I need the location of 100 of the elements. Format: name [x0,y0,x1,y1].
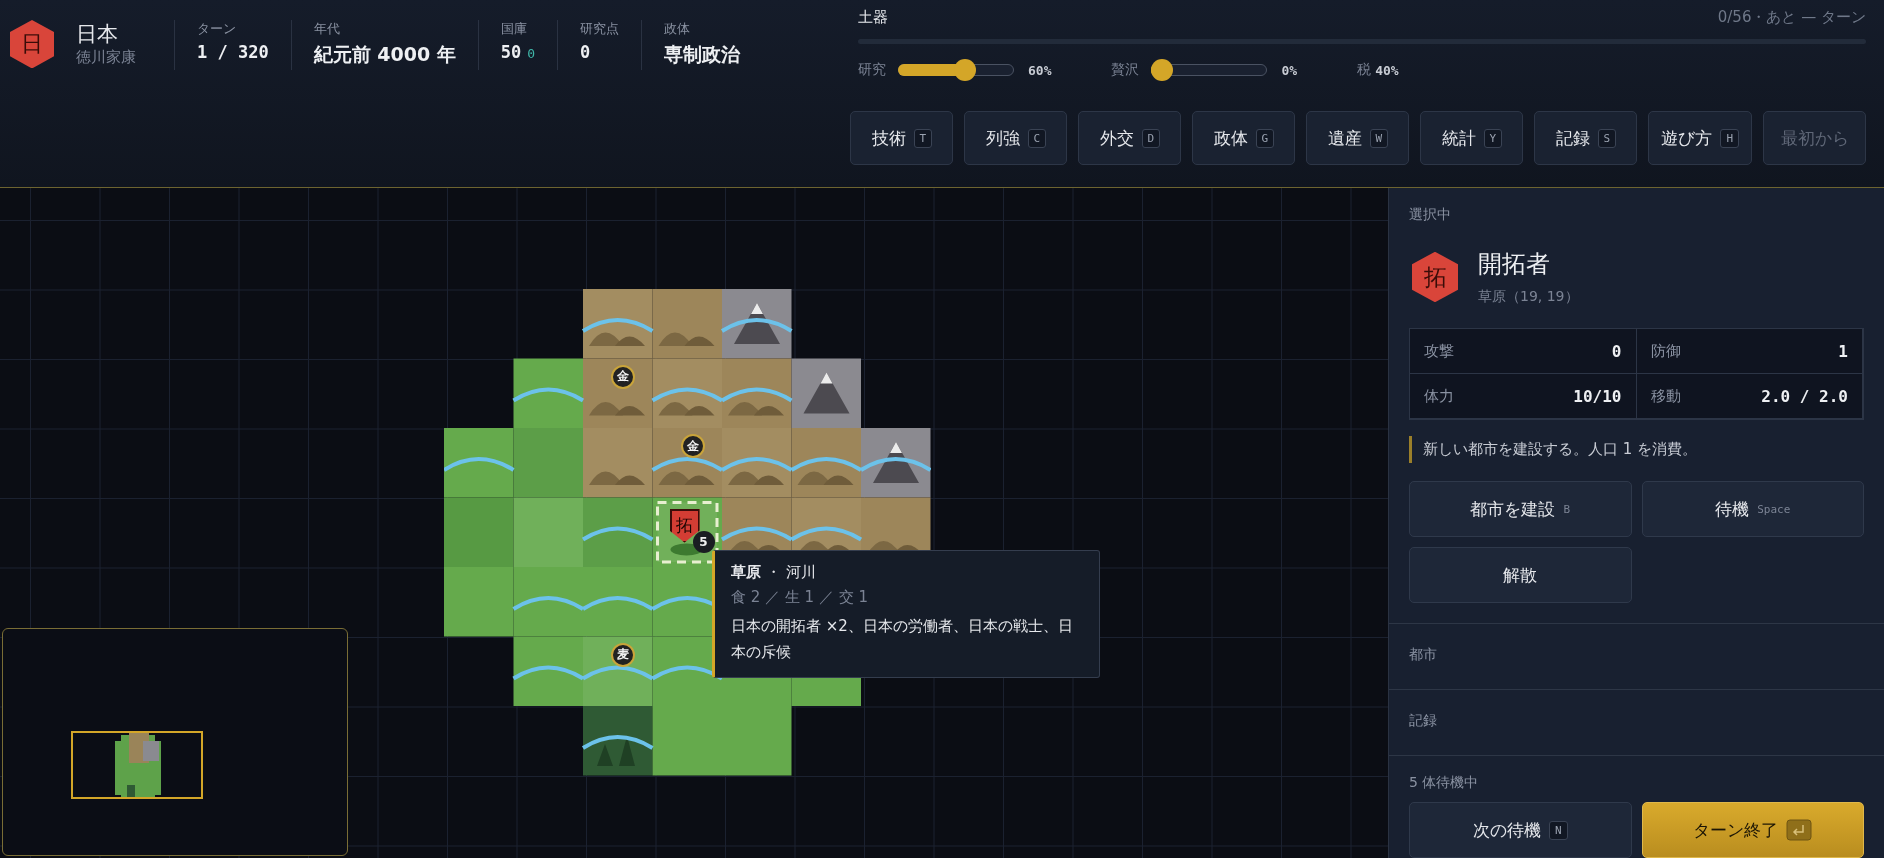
river-line [790,457,862,472]
shortcut-key: T [913,128,933,148]
mountain-tile [861,428,931,498]
slider-thumb[interactable] [954,59,977,81]
stat-value: 2.0 / 2.0 [1761,386,1848,406]
action-button[interactable]: 都市を建設 B [1409,481,1632,537]
grassland-tile [513,358,583,428]
menu-button[interactable]: 政体 G [1192,111,1296,165]
slider-label: 研究 [858,61,886,79]
shortcut-key: N [1548,820,1568,840]
stat-value: 1 / 320 [197,42,269,62]
river-line [444,457,515,472]
stat-label: 国庫 [500,20,528,38]
tooltip-yields: 食 2 ／ 生 1 ／ 交 1 [731,588,869,607]
river-line [860,457,931,472]
unit-description: 新しい都市を建設する。人口 1 を消費。 [1409,436,1864,463]
mountain-tile [722,289,792,359]
section-heading: 都市 [1409,646,1438,664]
stat-value: 10/10 [1573,386,1622,406]
slider-track[interactable] [898,59,1014,81]
stat-value: 50 [500,42,522,62]
slider-reading: 60% [1028,62,1052,78]
end-turn-button[interactable]: ターン終了 [1641,802,1864,858]
shortcut-key: Y [1483,128,1503,148]
research-progress: 0/56・あと — ターン [1717,8,1866,27]
nation-emblem: 日 [10,20,54,69]
shortcut-key: D [1141,128,1161,148]
river-line [651,457,723,472]
river-line [721,526,793,542]
hills-tile [722,358,792,428]
tax-label: 税 [1357,61,1372,79]
stat-label: 体力 [1424,386,1454,406]
menu-button[interactable]: 外交 D [1078,111,1182,165]
grassland-tile [513,567,583,637]
grassland-tile [513,497,583,567]
next-idle-button[interactable]: 次の待機 N [1409,802,1632,858]
research-name: 土器 [858,8,888,27]
stat-value: 1 [1838,341,1848,361]
slider-reading: 0% [1281,62,1298,78]
stat-delta: 0 [527,46,536,61]
forest-tile [583,706,653,776]
unit-emblem: 拓 [1412,251,1458,303]
tooltip-title: 草原 ・ 河川 [731,563,817,582]
stat-label: 攻撃 [1424,341,1454,361]
menu-button[interactable]: 統計 Y [1420,111,1524,165]
unit-location: 草原（19, 19） [1478,288,1579,306]
action-button[interactable]: 待機 Space [1641,481,1864,537]
hills-tile [583,289,653,359]
river-line [790,526,862,542]
river-line [512,596,584,611]
river-line [721,457,793,472]
menu-button[interactable]: 記録 S [1534,111,1638,165]
grassland-tile [444,567,514,637]
island-drawing [115,733,161,799]
stat-label: 研究点 [580,20,620,38]
idle-count: 5 体待機中 [1409,774,1480,792]
menu-button[interactable]: 列強 C [964,111,1068,165]
slider-label: 贅沢 [1111,61,1140,79]
hills-tile [652,289,722,359]
stat-label: 防御 [1650,341,1681,361]
grassland-tile [444,428,514,498]
unit-name: 開拓者 [1478,249,1551,280]
river-line [651,665,723,681]
shortcut-key: C [1027,128,1047,148]
enter-key-icon [1786,819,1813,841]
menu-button[interactable]: 技術 T [850,111,954,165]
grassland-tile [513,636,583,706]
river-line [512,387,584,403]
shortcut-key: B [1563,502,1571,516]
stat-label: 年代 [313,20,341,38]
stat-label: 政体 [664,20,692,38]
hills-tile [583,358,653,428]
river-line [582,318,654,333]
stat-label: 移動 [1650,386,1681,406]
river-line [582,596,654,611]
stat-value: 紀元前 4000 年 [313,42,456,67]
grassland-tile [444,497,514,567]
menu-button[interactable]: 遊び方 H [1648,111,1752,165]
minimap[interactable] [2,628,348,856]
slider-thumb[interactable] [1151,59,1174,81]
mountain-tile [791,358,861,428]
stat-value: 専制政治 [664,42,741,67]
section-heading: 記録 [1409,712,1438,730]
river-line [651,387,723,403]
slider-track[interactable] [1151,59,1268,81]
grassland-tile [513,428,583,498]
stat-value: 0 [580,42,591,62]
river-line [512,665,584,681]
river-line [721,387,793,403]
hills-tile [583,428,653,498]
stat-value: 0 [1611,341,1622,361]
menu-button[interactable]: 遺産 W [1306,111,1410,165]
shortcut-key: Space [1757,502,1791,516]
section-heading: 選択中 [1409,206,1452,224]
action-button[interactable]: 解散 [1409,547,1632,603]
grassland-tile [583,497,653,567]
shortcut-key: W [1369,128,1389,148]
nation-name: 日本 [76,21,119,48]
shortcut-key: S [1597,128,1617,148]
river-line [582,526,654,542]
